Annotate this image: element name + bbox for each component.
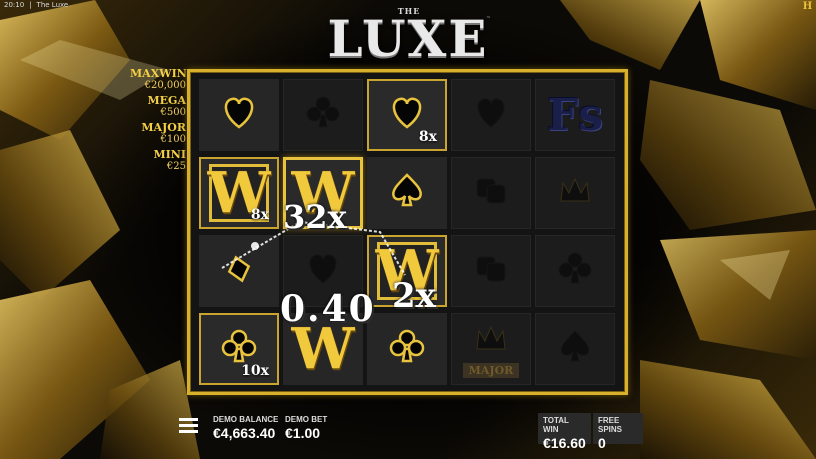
status-bar: 20:10 | The Luxe <box>4 1 69 9</box>
reel-cell: W 8x <box>199 157 279 229</box>
jackpot-list: MAXWIN €20,000 MEGA €500 MAJOR €100 MINI… <box>130 67 187 176</box>
spade-icon <box>385 171 429 215</box>
reel-cell <box>451 157 531 229</box>
free-spins-icon: Fs <box>546 89 603 141</box>
reel-cell <box>199 235 279 307</box>
diamond-icon <box>217 249 261 293</box>
jackpot-mega: MEGA €500 <box>130 94 187 119</box>
bottom-bar <box>0 405 816 459</box>
jackpot-major: MAJOR €100 <box>130 121 186 146</box>
jackpot-value: €20,000 <box>144 80 186 91</box>
demo-balance-value: €4,663.40 <box>213 425 276 441</box>
cell-multiplier: 8x <box>418 129 437 145</box>
jackpot-maxwin: MAXWIN €20,000 <box>130 67 187 92</box>
reel-cell: Fs <box>535 79 615 151</box>
free-spins: FREE SPINS 0 <box>593 413 643 451</box>
reel-cell <box>451 235 531 307</box>
multiplier-label-b: 2x <box>392 276 436 316</box>
major-jackpot-icon: MAJOR <box>462 363 520 378</box>
reel-cell: MAJOR <box>451 313 531 385</box>
total-win-value: €16.60 <box>543 435 586 451</box>
reel-cell <box>535 157 615 229</box>
club-icon <box>385 327 429 371</box>
status-time: 20:10 <box>4 1 25 9</box>
jackpot-name: MAXWIN <box>130 67 187 80</box>
cell-multiplier: 8x <box>250 207 269 223</box>
demo-balance: DEMO BALANCE €4,663.40 <box>213 415 278 441</box>
jackpot-name: MINI <box>153 148 186 161</box>
jackpot-name: MAJOR <box>141 121 186 134</box>
trademark-mark: ™ <box>486 16 491 22</box>
game-title: LUXE <box>327 9 489 68</box>
status-app-name: The Luxe <box>36 1 69 9</box>
total-win: TOTAL WIN €16.60 <box>538 413 591 451</box>
demo-bet[interactable]: DEMO BET €1.00 <box>285 415 327 441</box>
demo-bet-label: DEMO BET <box>285 415 328 424</box>
menu-icon[interactable] <box>179 418 198 434</box>
reel-cell <box>535 313 615 385</box>
dice-icon <box>469 249 513 293</box>
brand-h-icon: H <box>802 1 813 12</box>
heart-icon <box>469 93 513 137</box>
reel-cell <box>283 79 363 151</box>
crown-icon <box>553 171 597 215</box>
jackpot-value: €500 <box>160 107 186 118</box>
jackpot-name: MEGA <box>147 94 187 107</box>
reel-cell <box>199 79 279 151</box>
total-win-label: TOTAL WIN <box>543 416 569 434</box>
jackpot-value: €100 <box>160 134 186 145</box>
jackpot-value: €25 <box>166 161 186 172</box>
reel-cell <box>535 235 615 307</box>
reel-grid: 8x Fs W 8x W W 10x W MAJOR <box>199 79 619 387</box>
free-spins-label: FREE SPINS <box>598 416 623 434</box>
reel-cell <box>367 313 447 385</box>
reel-cell <box>451 79 531 151</box>
club-icon <box>553 249 597 293</box>
demo-bet-value: €1.00 <box>285 425 321 441</box>
dice-icon <box>469 171 513 215</box>
reel-cell: 8x <box>367 79 447 151</box>
demo-balance-label: DEMO BALANCE <box>213 415 279 424</box>
club-icon <box>301 93 345 137</box>
reel-cell: 10x <box>199 313 279 385</box>
reel-cell <box>367 157 447 229</box>
line-win-amount: 0.40 <box>280 288 376 330</box>
heart-icon <box>217 93 261 137</box>
jackpot-mini: MINI €25 <box>130 148 186 173</box>
heart-icon <box>301 249 345 293</box>
free-spins-value: 0 <box>598 435 606 451</box>
multiplier-label-a: 32x <box>283 198 347 236</box>
spade-icon <box>553 327 597 371</box>
crown-icon <box>469 319 513 363</box>
cell-multiplier: 10x <box>241 363 269 379</box>
